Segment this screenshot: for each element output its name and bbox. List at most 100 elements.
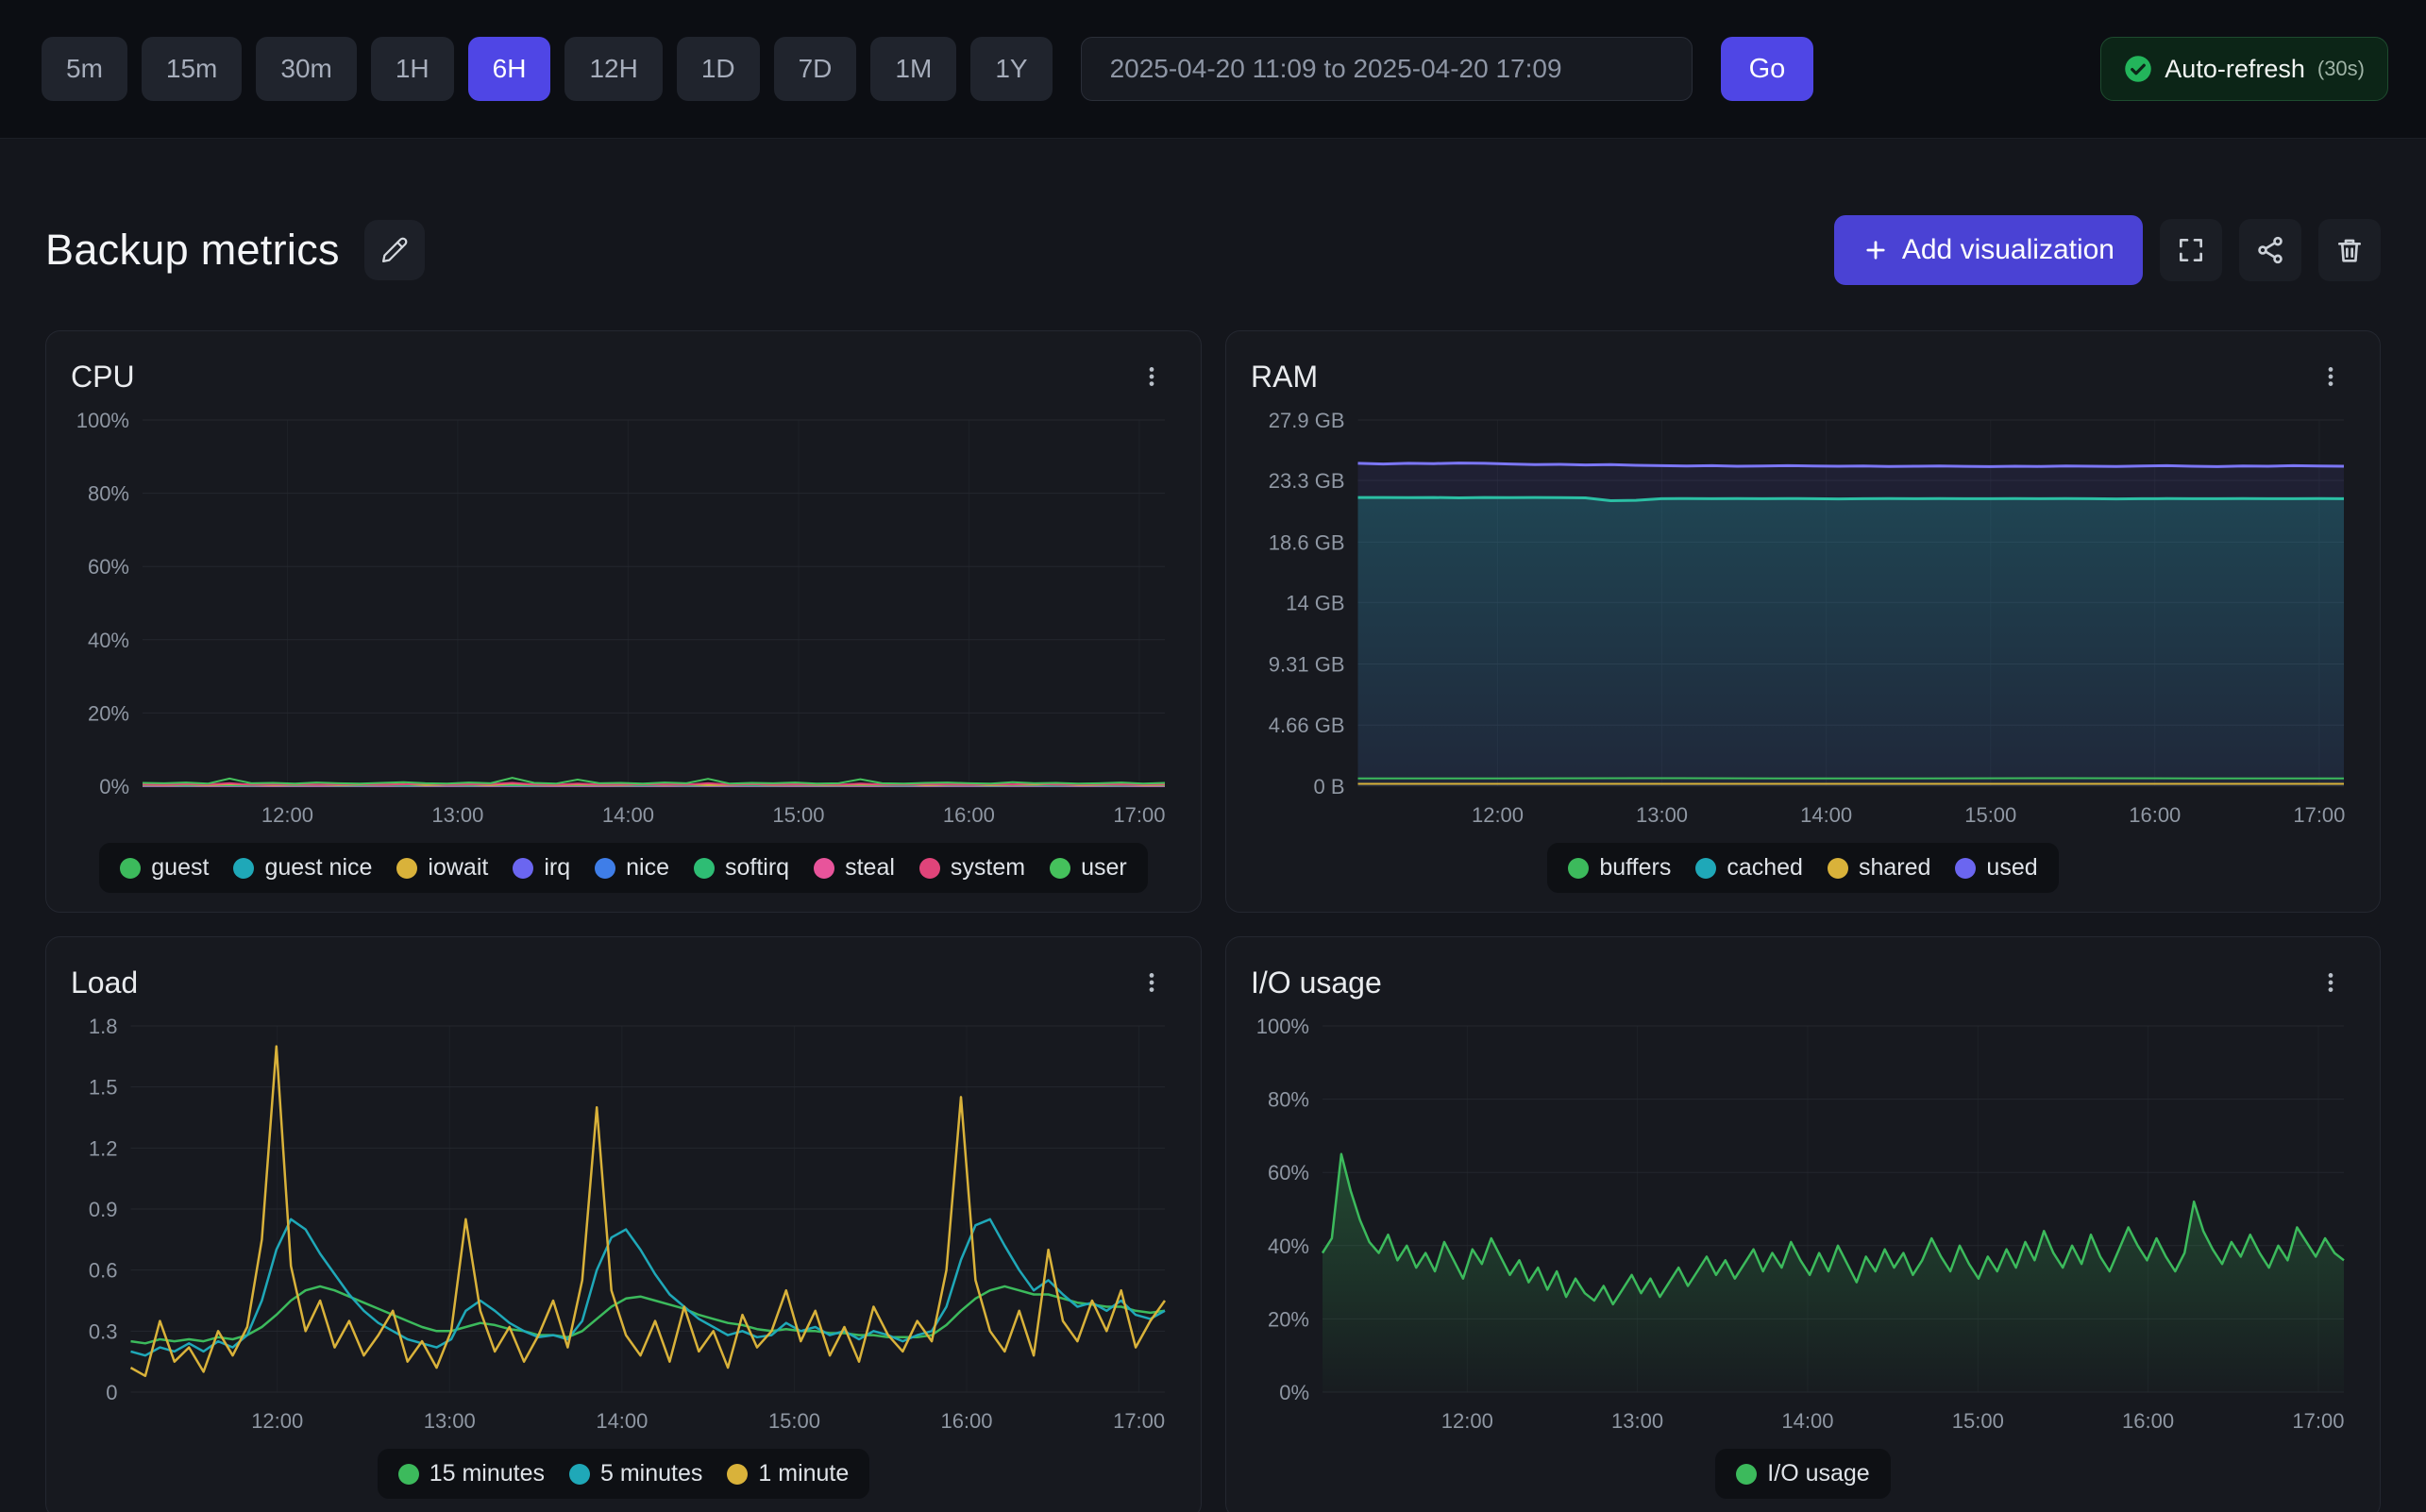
- range-button-12h[interactable]: 12H: [564, 37, 662, 101]
- legend-label: buffers: [1599, 854, 1671, 882]
- svg-text:14:00: 14:00: [596, 1409, 648, 1433]
- legend-item-nice[interactable]: nice: [595, 854, 669, 882]
- panel-cpu: CPU 12:0013:0014:0015:0016:0017:00100%80…: [45, 330, 1202, 913]
- panel-ram-header: RAM: [1251, 350, 2355, 403]
- svg-text:17:00: 17:00: [2292, 1409, 2344, 1433]
- legend-item-shared[interactable]: shared: [1828, 854, 1930, 882]
- delete-button[interactable]: [2318, 219, 2381, 281]
- svg-text:16:00: 16:00: [943, 803, 995, 827]
- range-button-15m[interactable]: 15m: [142, 37, 242, 101]
- date-range-input[interactable]: 2025-04-20 11:09 to 2025-04-20 17:09: [1081, 37, 1693, 101]
- ram-legend-pill: buffers cached shared used: [1547, 843, 2058, 893]
- svg-text:14:00: 14:00: [1800, 803, 1852, 827]
- legend-item-5-minutes[interactable]: 5 minutes: [569, 1460, 702, 1487]
- panel-io: I/O usage 12:0013:0014:0015:0016:0017:00…: [1225, 936, 2381, 1512]
- load-chart: 12:0013:0014:0015:0016:0017:001.81.51.20…: [71, 1009, 1176, 1439]
- legend-item-guest[interactable]: guest: [120, 854, 209, 882]
- svg-text:4.66 GB: 4.66 GB: [1269, 714, 1345, 737]
- panel-io-header: I/O usage: [1251, 956, 2355, 1009]
- legend-label: used: [1986, 854, 2037, 882]
- legend-dot: [1828, 858, 1848, 879]
- panel-ram: RAM 12:0013:0014:0015:0016:0017:0027.9 G…: [1225, 330, 2381, 913]
- legend-item-user[interactable]: user: [1050, 854, 1127, 882]
- kebab-icon: [2318, 970, 2343, 995]
- legend-item-irq[interactable]: irq: [513, 854, 570, 882]
- legend-item-iowait[interactable]: iowait: [396, 854, 488, 882]
- cpu-chart: 12:0013:0014:0015:0016:0017:00100%80%60%…: [71, 403, 1176, 833]
- share-button[interactable]: [2239, 219, 2301, 281]
- svg-text:17:00: 17:00: [2293, 803, 2345, 827]
- auto-refresh-toggle[interactable]: Auto-refresh (30s): [2100, 37, 2388, 101]
- legend-item-system[interactable]: system: [919, 854, 1025, 882]
- svg-text:17:00: 17:00: [1113, 1409, 1165, 1433]
- panel-menu-button[interactable]: [2306, 958, 2355, 1007]
- svg-text:80%: 80%: [88, 482, 129, 506]
- svg-text:0: 0: [106, 1381, 117, 1404]
- svg-text:14:00: 14:00: [602, 803, 654, 827]
- svg-text:13:00: 13:00: [424, 1409, 476, 1433]
- svg-text:20%: 20%: [1268, 1307, 1309, 1331]
- dashboard-content: Backup metrics Add visualization: [0, 139, 2426, 1512]
- legend-item-steal[interactable]: steal: [814, 854, 895, 882]
- panel-cpu-header: CPU: [71, 350, 1176, 403]
- fullscreen-button[interactable]: [2160, 219, 2222, 281]
- range-button-1h[interactable]: 1H: [371, 37, 454, 101]
- svg-text:16:00: 16:00: [940, 1409, 992, 1433]
- legend-dot: [396, 858, 417, 879]
- svg-text:15:00: 15:00: [772, 803, 824, 827]
- svg-text:0.3: 0.3: [89, 1319, 118, 1343]
- range-button-6h[interactable]: 6H: [468, 37, 551, 101]
- legend-dot: [120, 858, 141, 879]
- panel-menu-button[interactable]: [2306, 352, 2355, 401]
- legend-item-15-minutes[interactable]: 15 minutes: [398, 1460, 545, 1487]
- svg-text:13:00: 13:00: [1611, 1409, 1663, 1433]
- panel-title: Load: [71, 966, 138, 1000]
- range-button-1m[interactable]: 1M: [870, 37, 956, 101]
- fullscreen-icon: [2176, 235, 2206, 265]
- auto-refresh-label: Auto-refresh: [2165, 55, 2305, 84]
- range-button-1y[interactable]: 1Y: [970, 37, 1052, 101]
- range-button-30m[interactable]: 30m: [256, 37, 356, 101]
- legend-item-buffers[interactable]: buffers: [1568, 854, 1671, 882]
- svg-text:15:00: 15:00: [768, 1409, 820, 1433]
- check-circle-icon: [2124, 55, 2152, 83]
- range-button-1d[interactable]: 1D: [677, 37, 760, 101]
- svg-text:23.3 GB: 23.3 GB: [1269, 469, 1345, 493]
- legend-dot: [513, 858, 533, 879]
- plus-icon: [1862, 237, 1889, 263]
- svg-text:0.9: 0.9: [89, 1198, 118, 1221]
- svg-text:17:00: 17:00: [1113, 803, 1165, 827]
- legend-dot: [1695, 858, 1716, 879]
- legend-item-cached[interactable]: cached: [1695, 854, 1803, 882]
- legend-item-i-o-usage[interactable]: I/O usage: [1736, 1460, 1869, 1487]
- svg-text:0 B: 0 B: [1313, 775, 1344, 798]
- edit-title-button[interactable]: [364, 220, 425, 280]
- range-button-5m[interactable]: 5m: [42, 37, 127, 101]
- cpu-legend: guest guest nice iowait irqnice softirq steal…: [71, 843, 1176, 893]
- load-legend: 15 minutes 5 minutes 1 minute: [71, 1449, 1176, 1499]
- legend-dot: [595, 858, 615, 879]
- ram-legend: buffers cached shared used: [1251, 843, 2355, 893]
- kebab-icon: [1139, 970, 1164, 995]
- legend-item-1-minute[interactable]: 1 minute: [727, 1460, 849, 1487]
- go-button[interactable]: Go: [1721, 37, 1814, 101]
- svg-text:13:00: 13:00: [431, 803, 483, 827]
- svg-text:80%: 80%: [1268, 1088, 1309, 1112]
- legend-item-used[interactable]: used: [1955, 854, 2037, 882]
- legend-dot: [233, 858, 254, 879]
- legend-item-softirq[interactable]: softirq: [694, 854, 789, 882]
- panel-title: RAM: [1251, 360, 1318, 395]
- legend-dot: [694, 858, 715, 879]
- topbar: 5m15m30m1H6H12H1D7D1M1Y 2025-04-20 11:09…: [0, 0, 2426, 139]
- legend-dot: [398, 1464, 419, 1485]
- panel-menu-button[interactable]: [1127, 352, 1176, 401]
- page-title: Backup metrics: [45, 226, 340, 275]
- panel-menu-button[interactable]: [1127, 958, 1176, 1007]
- legend-label: 1 minute: [758, 1460, 849, 1487]
- legend-dot: [727, 1464, 748, 1485]
- svg-text:100%: 100%: [76, 409, 129, 432]
- legend-item-guest-nice[interactable]: guest nice: [233, 854, 372, 882]
- svg-text:0.6: 0.6: [89, 1259, 118, 1283]
- range-button-7d[interactable]: 7D: [774, 37, 857, 101]
- add-visualization-button[interactable]: Add visualization: [1834, 215, 2143, 285]
